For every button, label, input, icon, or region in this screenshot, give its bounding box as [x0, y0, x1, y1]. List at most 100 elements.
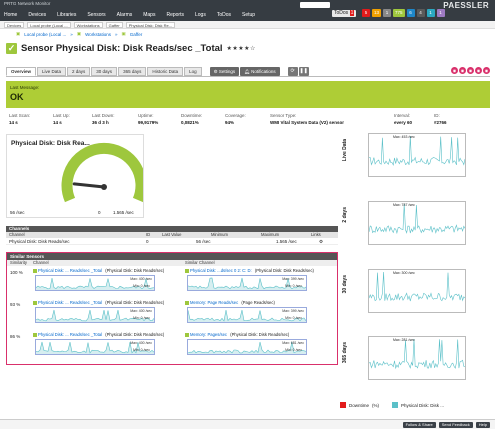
breadcrumb-item[interactable]: Physical Disk: Disk Re... [125, 21, 176, 28]
brand-logo: PAESSLER [443, 1, 489, 10]
status-badge[interactable]: 13 [372, 9, 382, 17]
settings-button[interactable]: ⚙ Settings [209, 67, 240, 76]
breadcrumb-item[interactable]: Gaffer [105, 21, 123, 28]
tab-spacer [281, 67, 287, 76]
channel-settings-icon[interactable]: ⚙ [319, 238, 323, 245]
sparkline[interactable]: Max: 399 /sec Min: 0 /sec [187, 307, 307, 323]
chart-plot[interactable]: Max: 300 /sec [368, 269, 466, 313]
tab-live-data[interactable]: Live Data [37, 67, 67, 76]
gauge-needle [72, 182, 106, 189]
menu-alarms[interactable]: Alarms [117, 12, 133, 18]
status-badge[interactable]: 1 [436, 9, 445, 17]
chart-plot[interactable]: Max: 787 /sec [368, 201, 466, 245]
sensor-link[interactable]: Physical Disk: ... Reads/sec _Total [38, 332, 102, 337]
status-ok-icon [33, 332, 37, 337]
scan-now-icon[interactable]: ⟳ [287, 67, 298, 76]
path-device[interactable]: Gaffer [130, 32, 142, 37]
spark-min: Min: 0 /sec [285, 316, 302, 320]
tab-365-days[interactable]: 365 days [118, 67, 147, 76]
series-line [368, 271, 466, 302]
menu-reports[interactable]: Reports [166, 12, 184, 18]
sensor-stats: Last Scan: 14 s Last Up: 14 s Last Down: 36… [6, 113, 490, 129]
stat-value: #2766 [434, 120, 447, 125]
spark-min: Min: 0 /sec [133, 316, 150, 320]
menu-devices[interactable]: Devices [28, 12, 46, 18]
stat-value: 99,9179% [138, 120, 159, 125]
send-feedback-button[interactable]: Send Feedback [438, 422, 473, 428]
stat-interval: Interval: every 60 [394, 113, 412, 125]
tab-divider [6, 76, 490, 77]
sensor-link[interactable]: Physical Disk: ... Reads/sec _Total [38, 268, 102, 273]
stat-last-down: Last Down: 36 d 3 h [92, 113, 115, 125]
legend-downtime-unit: (%) [372, 402, 380, 408]
follow-share-button[interactable]: Follow & Share [402, 422, 436, 428]
stat-last-scan: Last Scan: 14 s [9, 113, 30, 125]
breadcrumb-item[interactable]: Local probe (Local ... [27, 21, 71, 28]
path-group[interactable]: Workstations [85, 32, 111, 37]
tab-30-days[interactable]: 30 days [91, 67, 118, 76]
menu-home[interactable]: Home [4, 12, 17, 18]
tab-2-days[interactable]: 2 days [67, 67, 91, 76]
similar-header: Similarity Channel Similar Channel [7, 260, 337, 266]
similar-source: Physical Disk: ... Reads/sec _Total (Phy… [33, 300, 183, 305]
status-badge[interactable]: 5 [362, 9, 370, 17]
delete-icon[interactable]: ◉ [475, 67, 482, 74]
notifications-button[interactable]: 🔔︎ Notifications [240, 67, 280, 76]
sensor-link[interactable]: Physical Disk: ...ds/sec 0 2: C: D: [190, 268, 252, 273]
path-probe[interactable]: Local probe (Local ... [24, 32, 66, 37]
chart-plot[interactable]: Max: 453 /sec [368, 133, 466, 177]
more-icon[interactable]: ◉ [483, 67, 490, 74]
clone-icon[interactable]: ◉ [467, 67, 474, 74]
priority-stars[interactable]: ★★★★☆ [227, 45, 256, 52]
stat-last-up: Last Up: 14 s [53, 113, 70, 125]
status-badge[interactable]: 6 [406, 9, 415, 17]
gauge-min: 0 [98, 210, 101, 215]
status-badge[interactable]: 1 [383, 9, 392, 17]
menu-sensors[interactable]: Sensors [87, 12, 105, 18]
chart-series [368, 203, 466, 235]
channel-name: (Page Reads/sec) [241, 300, 275, 305]
gauge-max: 1.565 /sec [113, 210, 134, 215]
menu-logs[interactable]: Logs [195, 12, 206, 18]
menu-maps[interactable]: Maps [143, 12, 155, 18]
sparkline[interactable]: Max: 400 /sec Min: 0 /sec [35, 275, 155, 291]
chart-plot[interactable]: Max: 281 /sec [368, 336, 466, 380]
print-icon[interactable]: ◉ [459, 67, 466, 74]
stat-value: 14 s [53, 120, 62, 125]
spark-max: Max: 399 /sec [282, 309, 304, 313]
status-badge[interactable]: 775 [393, 9, 405, 17]
help-button[interactable]: Help [475, 422, 490, 428]
chevron-right-icon: » [70, 31, 73, 37]
similar-target: Memory: Page Reads/sec (Page Reads/sec) [185, 300, 335, 305]
menu-libraries[interactable]: Libraries [57, 12, 76, 18]
menu-setup[interactable]: Setup [242, 12, 255, 18]
sparkline[interactable]: Max: 400 /sec Min: 0 /sec [35, 307, 155, 323]
sparkline[interactable]: Max: 400 /sec Min: 0 /sec [35, 339, 155, 355]
tab-overview[interactable]: Overview [6, 67, 37, 76]
sensor-link[interactable]: Memory: Pages/sec [190, 332, 227, 337]
similar-row: 100 % Physical Disk: ... Reads/sec _Total… [7, 267, 337, 297]
menu-todos[interactable]: ToDos [217, 12, 231, 18]
footer-buttons: Follow & Share Send Feedback Help [402, 422, 490, 428]
breadcrumb-item[interactable]: Devices [4, 21, 25, 28]
main-menu: Home Devices Libraries Sensors Alarms Ma… [4, 12, 266, 18]
similarity-percent: 86 % [10, 334, 21, 339]
share-icon[interactable]: ◉ [451, 67, 458, 74]
tab-log[interactable]: Log [184, 67, 202, 76]
sparkline[interactable]: Max: 399 /sec Min: 0 /sec [187, 275, 307, 291]
status-badge[interactable]: 1 [426, 9, 435, 17]
todos-button[interactable]: ToDos 1 [332, 10, 357, 17]
chart-365-days: 365 days Max: 281 /sec [340, 332, 492, 397]
sensor-link[interactable]: Physical Disk: ... Reads/sec _Total [38, 300, 102, 305]
similarity-percent: 93 % [10, 302, 21, 307]
search-input[interactable] [300, 2, 330, 8]
sensor-link[interactable]: Memory: Page Reads/sec [190, 300, 238, 305]
status-badge[interactable]: 4 [416, 9, 425, 17]
spark-max: Max: 400 /sec [130, 341, 152, 345]
pause-icon[interactable]: ❚❚ [298, 67, 309, 76]
sparkline[interactable]: Max: 681 /sec Min: 0 /sec [187, 339, 307, 355]
channel-name: (Physical Disk: Disk Reads/sec) [105, 268, 165, 273]
tab-historic-data[interactable]: Historic Data [147, 67, 184, 76]
breadcrumb-item[interactable]: Workstations [73, 21, 103, 28]
table-row[interactable]: Physical Disk: Disk Reads/sec 0 56 /sec … [6, 238, 338, 245]
